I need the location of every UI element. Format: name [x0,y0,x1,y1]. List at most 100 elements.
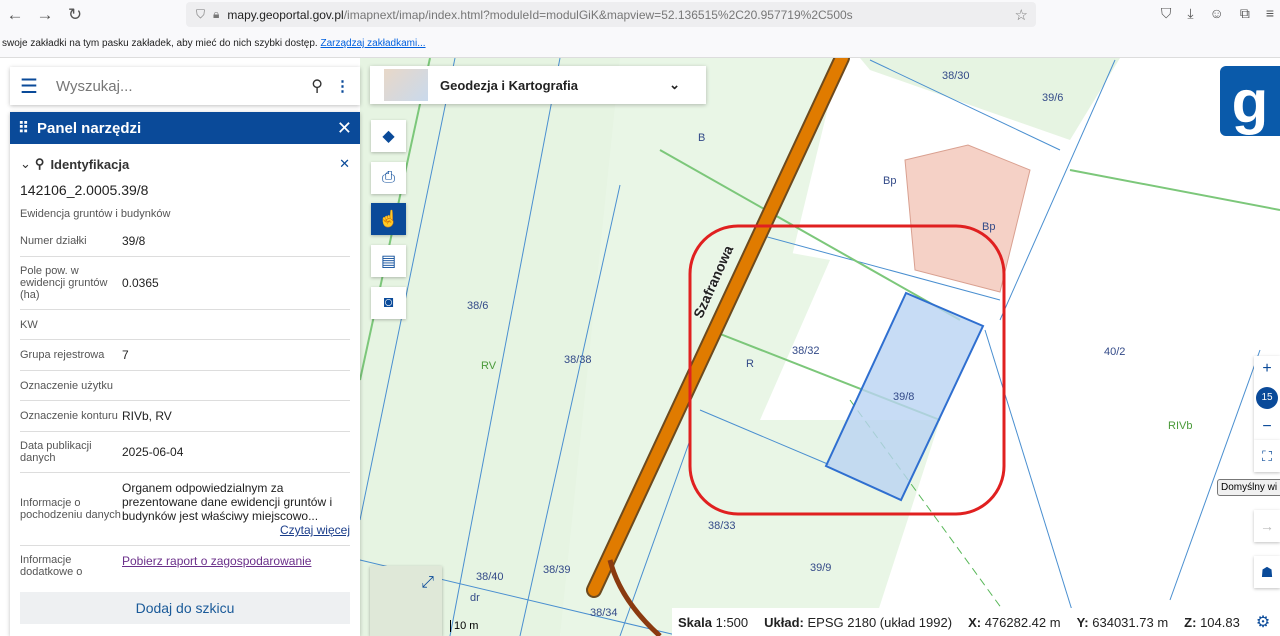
print-button[interactable]: ⎙ [371,162,406,194]
users-button[interactable]: ☗ [1254,556,1280,588]
zoom-level: 15 [1256,386,1278,409]
extensions-icon[interactable]: ⧉ [1240,5,1250,22]
panel-title: Panel narzędzi [37,119,142,137]
print-icon: ⎙ [382,169,395,186]
map-label: RV [481,360,497,372]
star-icon[interactable]: ☆ [1015,6,1028,24]
url-bar[interactable]: ⛉ 🔒︎ mapy.geoportal.gov.pl/imapnext/imap/i… [186,2,1036,27]
map-label: Bp [883,175,897,187]
parcel-fill [860,58,1120,140]
chevron-down-icon: ⌄ [669,77,680,92]
grid-icon: ⠿ [18,120,29,137]
building [904,144,1031,293]
info-row: Pole pow. w ewidencji gruntów (ha) 0.0365 [20,257,350,310]
back-icon[interactable]: ← [0,5,30,25]
row-value: 7 [122,348,129,362]
geoportal-logo[interactable]: g [1220,66,1280,136]
layers-button[interactable]: ◆ [371,120,406,152]
map-label: 38/32 [792,345,820,357]
theme-label: Geodezja i Kartografia [440,77,578,93]
close-panel-icon[interactable]: ✕ [337,118,352,139]
row-label: Data publikacji danych [20,440,92,464]
map-label: 38/6 [467,300,489,312]
screenshot-button[interactable]: ◙ [371,287,406,319]
logo-letter: g [1231,67,1269,135]
clipboard-button[interactable]: ▤ [371,245,406,277]
map-label: 38/39 [543,564,571,576]
fullscreen-icon: ⛶ [1262,447,1272,464]
info-row: KW [20,310,350,340]
next-view-button[interactable]: → [1254,510,1280,542]
reload-icon[interactable]: ↻ [60,5,90,25]
arrow-right-icon: → [1260,518,1274,534]
map-label: B [698,132,706,144]
row-value: 2025-06-04 [122,445,184,459]
y-value: 634031.73 m [1092,614,1169,630]
z-label: Z: [1184,614,1197,630]
settings-gear-icon[interactable]: ⚙ [1256,612,1270,632]
download-icon[interactable]: ⤓ [1187,5,1193,22]
crs-value: EPSG 2180 (układ 1992) [807,614,953,630]
map-label: 39/6 [1042,92,1064,104]
parcel-id: 142106_2.0005.39/8 [20,182,149,198]
forward-icon[interactable]: → [30,5,60,25]
map-label: Bp [982,221,996,233]
map-label: 38/30 [942,70,970,82]
row-label: Oznaczenie konturu [20,410,118,422]
map-label: R [746,358,754,370]
fullscreen-button[interactable]: ⛶ [1254,440,1280,472]
expand-icon[interactable]: ⤢ [421,574,434,592]
row-label: Grupa rejestrowa [20,349,105,361]
hamburger-menu-icon[interactable]: ☰ [20,74,38,99]
row-label: Informacje o pochodzeniu danych [20,497,121,521]
info-row: Grupa rejestrowa 7 [20,340,350,371]
map-label: 39/9 [810,562,832,574]
read-more-link[interactable]: Czytaj więcej [122,523,350,537]
chevron-down-icon[interactable]: ⌄ [20,156,31,172]
scale-value: 1:500 [715,614,749,630]
report-link[interactable]: Pobierz raport o zagospodarowanie [122,554,350,568]
row-value: 39/8 [122,234,146,248]
search-input[interactable]: Wyszukaj... [56,78,311,95]
bookmarks-text: swoje zakładki na tym pasku zakładek, ab… [2,38,318,49]
lock-icon: 🔒︎ [213,7,220,21]
camera-icon: ◙ [383,294,394,311]
x-value: 476282.42 m [984,614,1061,630]
search-icon[interactable]: ⚲ [311,76,323,96]
users-icon: ☗ [1260,563,1274,580]
identification-section[interactable]: ⌄ ⚲ Identyfikacja ✕ [10,144,360,176]
row-label: Pole pow. w ewidencji gruntów (ha) [20,265,108,301]
clipboard-icon: ▤ [380,253,397,270]
zoom-control: +15 − [1254,356,1280,440]
info-row: Informacje o pochodzeniu danych Organem o… [20,473,350,546]
map-label: RIVb [1168,420,1193,432]
menu-icon[interactable]: ≡ [1266,5,1274,22]
add-to-sketch-button[interactable]: Dodaj do szkicu [20,592,350,624]
tools-panel: ⠿ Panel narzędzi ✕ ⌄ ⚲ Identyfikacja ✕ 142106… [10,112,360,636]
url-domain: mapy.geoportal.gov.pl [227,7,344,22]
layers-icon: ◆ [382,128,395,145]
row-label: Numer działki [20,235,87,247]
map-label: dr [470,592,480,604]
account-icon[interactable]: ☺ [1210,5,1224,22]
more-options-icon[interactable]: ⋮ [335,77,350,95]
theme-selector[interactable]: Geodezja i Kartografia ⌄ [370,66,706,104]
row-label: Oznaczenie użytku [20,379,113,392]
identify-button[interactable]: ☝ [371,203,406,235]
zoom-in-icon[interactable]: + [1262,360,1271,378]
theme-thumbnail [384,69,428,101]
overview-map[interactable]: ⤢ [370,566,442,636]
row-value: 0.0365 [122,276,159,290]
browser-toolbar: ← → ↻ ⛉ 🔒︎ mapy.geoportal.gov.pl/imapnext/… [0,0,1280,30]
map-label: 38/38 [564,354,592,366]
zoom-out-icon[interactable]: − [1262,418,1271,436]
bookmarks-bar: swoje zakładki na tym pasku zakładek, ab… [0,30,1280,58]
manage-bookmarks-link[interactable]: Zarządzaj zakładkami... [321,38,426,49]
pocket-icon[interactable]: ⛉ [1161,5,1172,22]
scale-bar: 10 m [450,620,478,632]
info-row: Oznaczenie użytku [20,371,350,401]
row-label: KW [20,318,38,331]
map-label: 39/8 [893,391,915,403]
map-label: 38/33 [708,520,736,532]
close-section-icon[interactable]: ✕ [339,156,350,172]
